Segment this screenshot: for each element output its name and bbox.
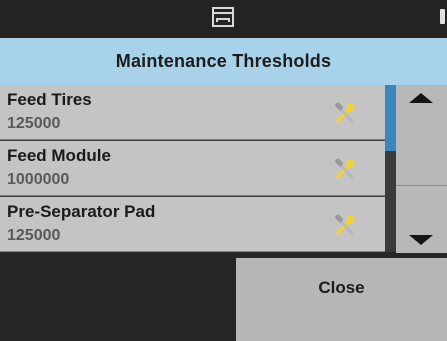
- wrench-hammer-icon[interactable]: [333, 214, 357, 238]
- scroll-up-button[interactable]: [396, 85, 447, 186]
- list-item-feed-tires[interactable]: Feed Tires 125000: [0, 85, 385, 140]
- page-title: Maintenance Thresholds: [115, 51, 332, 71]
- item-name: Feed Module: [7, 146, 111, 165]
- arrow-up-icon: [409, 93, 433, 103]
- wrench-hammer-icon[interactable]: [333, 102, 357, 126]
- scroll-down-button[interactable]: [396, 186, 447, 253]
- close-button-label: Close: [318, 278, 365, 297]
- list-item-pre-separator-pad[interactable]: Pre-Separator Pad 125000: [0, 197, 385, 252]
- item-value: 125000: [7, 115, 61, 132]
- list-item-feed-module[interactable]: Feed Module 1000000: [0, 141, 385, 196]
- item-name: Pre-Separator Pad: [7, 202, 156, 221]
- item-value: 1000000: [7, 171, 70, 188]
- page-header: Maintenance Thresholds: [0, 38, 447, 85]
- footer-empty-area: [0, 253, 236, 341]
- status-bar: [0, 0, 447, 38]
- window-icon: [212, 7, 234, 27]
- threshold-list: Feed Tires 125000 Feed Module 1000000 Pr…: [0, 85, 385, 252]
- scroll-position-indicator[interactable]: [385, 85, 396, 151]
- wrench-hammer-icon[interactable]: [333, 158, 357, 182]
- close-button[interactable]: Close: [236, 258, 447, 341]
- arrow-down-icon: [409, 235, 433, 245]
- status-indicator: [440, 9, 445, 24]
- item-name: Feed Tires: [7, 90, 92, 109]
- item-value: 125000: [7, 227, 61, 244]
- scroll-track[interactable]: [385, 151, 396, 252]
